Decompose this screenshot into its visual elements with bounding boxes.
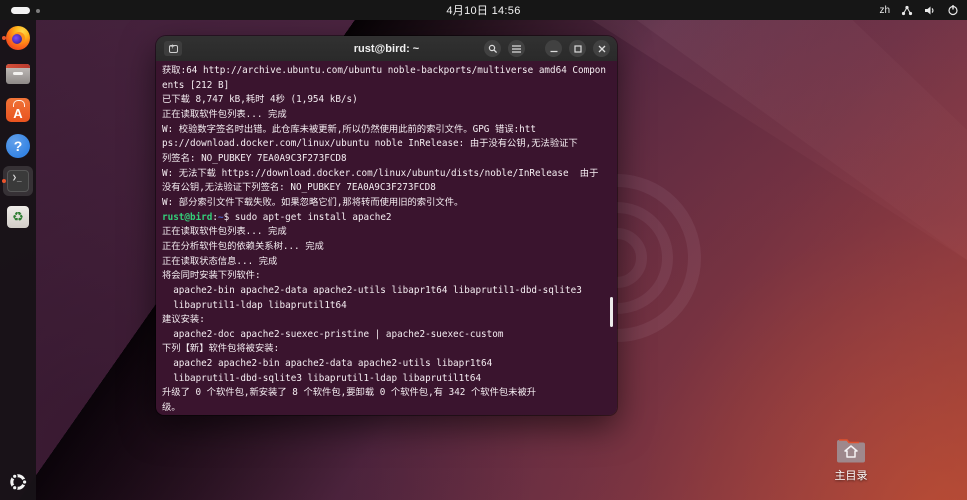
desktop-icon-home[interactable]: 主目录: [821, 438, 881, 483]
terminal-line: W: 无法下载 https://download.docker.com/linu…: [162, 167, 611, 182]
terminal-line: 正在分析软件包的依赖关系树... 完成: [162, 240, 611, 255]
dock-item-help[interactable]: ?: [0, 134, 36, 158]
prompt-user-host: rust@bird: [162, 212, 212, 223]
new-tab-icon: [169, 45, 178, 53]
prompt-command: sudo apt-get install apache2: [229, 212, 391, 223]
network-icon: [901, 5, 913, 16]
terminal-line: 没有公钥,无法验证下列签名: NO_PUBKEY 7EA0A9C3F273FCD…: [162, 181, 611, 196]
terminal-line: ents [212 B]: [162, 79, 611, 94]
terminal-line: 获取:64 http://archive.ubuntu.com/ubuntu n…: [162, 64, 611, 79]
firefox-icon: [6, 26, 30, 50]
dock-item-files[interactable]: [0, 64, 36, 84]
terminal-line: 建议安装:: [162, 313, 611, 328]
menu-button[interactable]: [508, 40, 525, 57]
hamburger-menu-icon: [512, 45, 521, 53]
terminal-line: 级。: [162, 401, 611, 415]
terminal-line: 已下载 8,747 kB,耗时 4秒 (1,954 kB/s): [162, 93, 611, 108]
desktop: 4月10日 14:56 zh: [0, 0, 967, 500]
terminal-line: 下列【新】软件包将被安装:: [162, 342, 611, 357]
show-apps-button[interactable]: [0, 470, 36, 494]
app-center-letter: A: [13, 105, 22, 122]
scrollbar-thumb[interactable]: [610, 297, 613, 327]
terminal-prompt-line: rust@bird:~$ sudo apt-get install apache…: [162, 211, 611, 226]
app-center-icon: A: [6, 98, 30, 122]
terminal-line: ps://download.docker.com/linux/ubuntu no…: [162, 137, 611, 152]
dock: A ? ❯_ ♻: [0, 20, 36, 500]
close-icon: [598, 45, 606, 53]
minimize-icon: [550, 45, 558, 53]
terminal-line: apache2-bin apache2-data apache2-utils l…: [162, 284, 611, 299]
maximize-button[interactable]: [569, 40, 586, 57]
home-folder-icon: [835, 438, 867, 464]
help-icon: ?: [6, 134, 30, 158]
terminal-line: 将会同时安装下列软件:: [162, 269, 611, 284]
close-button[interactable]: [593, 40, 610, 57]
dock-item-trash[interactable]: ♻: [0, 206, 36, 228]
terminal-line: apache2-doc apache2-suexec-pristine | ap…: [162, 328, 611, 343]
terminal-window: rust@bird: ~: [156, 36, 617, 415]
files-icon: [6, 64, 30, 84]
terminal-output[interactable]: 获取:64 http://archive.ubuntu.com/ubuntu n…: [156, 61, 617, 415]
terminal-line: apache2 apache2-bin apache2-data apache2…: [162, 357, 611, 372]
top-bar: 4月10日 14:56 zh: [0, 0, 967, 20]
terminal-running-indicator: [2, 179, 6, 183]
dock-item-app-center[interactable]: A: [0, 98, 36, 122]
volume-icon: [924, 5, 936, 16]
new-tab-button[interactable]: [164, 41, 182, 56]
minimize-button[interactable]: [545, 40, 562, 57]
search-icon: [488, 44, 498, 54]
terminal-icon-glyph: ❯_: [12, 173, 22, 182]
terminal-icon: ❯_: [7, 170, 29, 192]
power-icon: [947, 4, 959, 16]
terminal-line: 升级了 0 个软件包,新安装了 8 个软件包,要卸载 0 个软件包,有 342 …: [162, 386, 611, 401]
terminal-line: 列签名: NO_PUBKEY 7EA0A9C3F273FCD8: [162, 152, 611, 167]
trash-icon: ♻: [7, 206, 29, 228]
terminal-line: libaprutil1-dbd-sqlite3 libaprutil1-ldap…: [162, 372, 611, 387]
maximize-icon: [574, 45, 582, 53]
search-button[interactable]: [484, 40, 501, 57]
terminal-line: libaprutil1-ldap libaprutil1t64: [162, 299, 611, 314]
terminal-line: 正在读取软件包列表... 完成: [162, 225, 611, 240]
input-method-indicator[interactable]: zh: [879, 5, 890, 16]
clock[interactable]: 4月10日 14:56: [0, 2, 967, 18]
terminal-line: W: 校验数字签名时出错。此仓库未被更新,所以仍然使用此前的索引文件。GPG 错…: [162, 123, 611, 138]
ubuntu-logo-icon: [6, 470, 30, 494]
firefox-running-indicator: [2, 36, 6, 40]
system-status-area[interactable]: zh: [879, 0, 959, 20]
terminal-line: W: 部分索引文件下载失败。如果忽略它们,那将转而使用旧的索引文件。: [162, 196, 611, 211]
terminal-titlebar[interactable]: rust@bird: ~: [156, 36, 617, 61]
home-icon-label: 主目录: [821, 467, 881, 483]
terminal-line: 正在读取软件包列表... 完成: [162, 108, 611, 123]
terminal-line: 正在读取状态信息... 完成: [162, 255, 611, 270]
